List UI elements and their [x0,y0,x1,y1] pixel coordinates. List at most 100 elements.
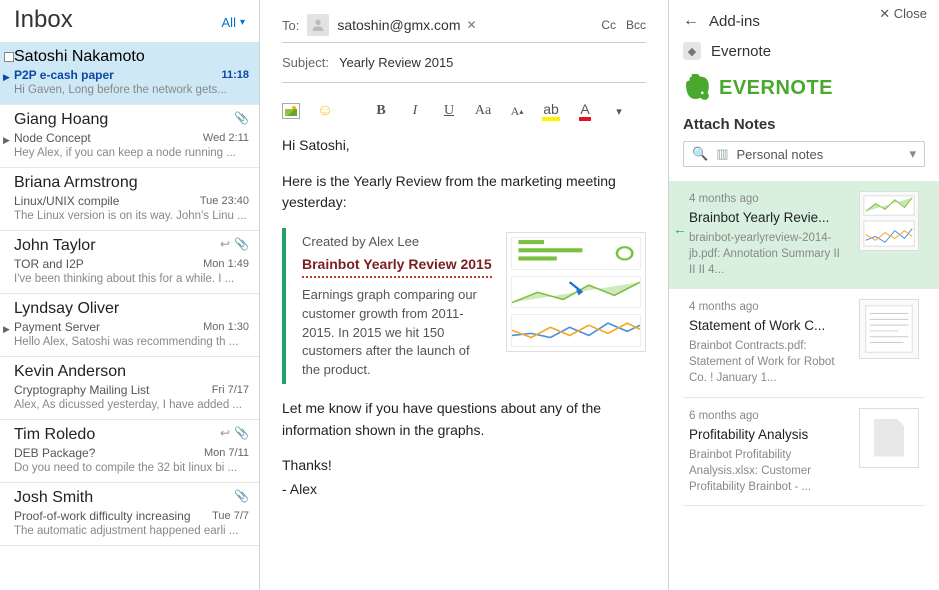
message-subject: DEB Package? [14,446,95,460]
message-item[interactable]: ▶Lyndsay OliverPayment ServerMon 1:30Hel… [0,294,259,357]
highlight-button[interactable]: ab [542,101,560,121]
message-preview: The Linux version is on its way. John's … [14,210,249,222]
note-list: 4 months ago Brainbot Yearly Revie... brai… [683,181,925,506]
message-preview: I've been thinking about this for a whil… [14,273,249,285]
italic-button[interactable]: I [406,103,424,119]
message-item[interactable]: Kevin AndersonCryptography Mailing ListF… [0,357,259,420]
attached-note-thumb [506,232,646,352]
note-thumb [859,299,919,359]
more-format-icon[interactable]: ▾ [610,105,628,118]
message-sender: Satoshi Nakamoto [14,48,249,66]
remove-recipient-icon[interactable]: ✕ [467,18,477,32]
back-icon[interactable]: ← [683,12,699,30]
fontsize-button[interactable]: A▴ [508,104,526,119]
message-item[interactable]: ▶Satoshi NakamotoP2P e-cash paper11:18Hi… [0,42,259,105]
message-preview: Do you need to compile the 32 bit linux … [14,462,249,474]
message-time: 11:18 [221,69,249,81]
note-age: 4 months ago [689,191,849,207]
subject-value[interactable]: Yearly Review 2015 [339,55,453,70]
message-time: Mon 7/11 [204,447,249,459]
recipient-chip[interactable]: satoshin@gmx.com ✕ [337,17,476,33]
reply-icon: ↩ [220,237,230,251]
message-sender: Lyndsay Oliver [14,300,249,318]
chevron-down-icon: ▾ [240,17,245,28]
attached-note-title: Brainbot Yearly Review 2015 [302,254,492,278]
message-subject: Proof-of-work difficulty increasing [14,509,191,523]
message-sender: Giang Hoang [14,111,249,129]
attachment-icon: 📎 [234,489,249,503]
message-subject: Cryptography Mailing List [14,383,149,397]
attached-note[interactable]: Created by Alex Lee Brainbot Yearly Revi… [282,228,646,384]
insert-image-icon[interactable] [282,103,300,119]
font-button[interactable]: Aa [474,103,492,119]
compose-pane: To: satoshin@gmx.com ✕ Cc Bcc Subject: Y… [260,0,669,590]
subject-label: Subject: [282,55,329,70]
inbox-title: Inbox [14,6,73,34]
note-title: Statement of Work C... [689,317,839,336]
note-preview: Brainbot Contracts.pdf: Statement of Wor… [689,338,849,386]
message-sender: Tim Roledo [14,426,249,444]
message-time: Mon 1:30 [203,321,249,333]
note-thumb [859,191,919,251]
message-time: Tue 7/7 [212,510,249,522]
attach-notes-heading: Attach Notes [683,116,925,133]
underline-button[interactable]: U [440,103,458,119]
note-age: 6 months ago [689,408,849,424]
evernote-brand: EVERNOTE [683,74,925,102]
message-preview: Alex, As dicussed yesterday, I have adde… [14,399,249,411]
message-sender: Josh Smith [14,489,249,507]
note-item[interactable]: 4 months ago Statement of Work C... Brainb… [683,289,925,397]
search-icon: 🔍 [692,146,708,162]
compose-body[interactable]: Hi Satoshi, Here is the Yearly Review fr… [282,135,646,501]
expand-caret-icon[interactable]: ▶ [3,72,10,83]
to-row: To: satoshin@gmx.com ✕ Cc Bcc [282,10,646,43]
message-item[interactable]: ↩ 📎Tim Roledo DEB Package? Mon 7/11 Do you n… [0,420,259,483]
bold-button[interactable]: B [372,103,390,119]
note-age: 4 months ago [689,299,849,315]
message-subject: Payment Server [14,320,100,334]
message-subject: Linux/UNIX compile [14,194,119,208]
message-preview: Hey Alex, if you can keep a node running… [14,147,249,159]
notes-search[interactable]: 🔍 ▥ Personal notes ▾ [683,141,925,167]
select-checkbox[interactable] [4,52,14,62]
evernote-logo-icon [683,74,711,102]
close-button[interactable]: ✕ Close [879,6,927,22]
message-subject: Node Concept [14,131,91,145]
message-item[interactable]: 📎Josh Smith Proof-of-work difficulty incr… [0,483,259,546]
emoji-icon[interactable]: ☺ [316,102,334,120]
inbox-filter[interactable]: All ▾ [222,15,245,30]
bcc-button[interactable]: Bcc [626,18,646,32]
message-time: Tue 23:40 [200,195,249,207]
expand-caret-icon[interactable]: ▶ [3,135,10,146]
attachment-icon: 📎 [234,426,249,440]
note-title: Profitability Analysis [689,426,839,445]
search-value: Personal notes [736,147,823,162]
message-item[interactable]: ↩📎John TaylorTOR and I2PMon 1:49I've bee… [0,231,259,294]
message-sender: Briana Armstrong [14,174,249,192]
expand-caret-icon[interactable]: ▶ [3,324,10,335]
message-sender: Kevin Anderson [14,363,249,381]
avatar-icon [307,14,329,36]
inbox-pane: Inbox All ▾ ▶ Satoshi Nakamoto P2P e-cash … [0,0,260,590]
fontcolor-button[interactable]: A [576,101,594,121]
message-item[interactable]: Briana Armstrong Linux/UNIX compile Tue 23… [0,168,259,231]
reply-icon: ↩ [220,426,230,440]
format-toolbar: ☺ B I U Aa A▴ ab A ▾ [282,91,646,135]
note-item[interactable]: 4 months ago Brainbot Yearly Revie... brai… [669,181,939,289]
note-item[interactable]: 6 months agoProfitability AnalysisBrainb… [683,398,925,506]
message-time: Mon 1:49 [203,258,249,270]
note-title: Brainbot Yearly Revie... [689,209,839,228]
to-label: To: [282,18,299,33]
addins-breadcrumb[interactable]: Add-ins [709,13,760,30]
message-time: Wed 2:11 [203,132,249,144]
message-item[interactable]: ▶ 📎Giang Hoang Node Concept Wed 2:11 Hey Ale… [0,105,259,168]
evernote-app-icon: ◆ [683,42,701,60]
cc-button[interactable]: Cc [601,18,616,32]
message-subject: P2P e-cash paper [14,68,114,82]
attachment-icon: 📎 [234,111,249,125]
note-preview: brainbot-yearlyreview-2014-jb.pdf: Annot… [689,230,849,278]
addins-pane: ✕ Close ← Add-ins ◆ Evernote EVERNOTE At… [669,0,939,590]
addins-app-label[interactable]: Evernote [711,43,771,60]
message-list: ▶Satoshi NakamotoP2P e-cash paper11:18Hi… [0,42,259,546]
chevron-down-icon[interactable]: ▾ [909,146,916,162]
